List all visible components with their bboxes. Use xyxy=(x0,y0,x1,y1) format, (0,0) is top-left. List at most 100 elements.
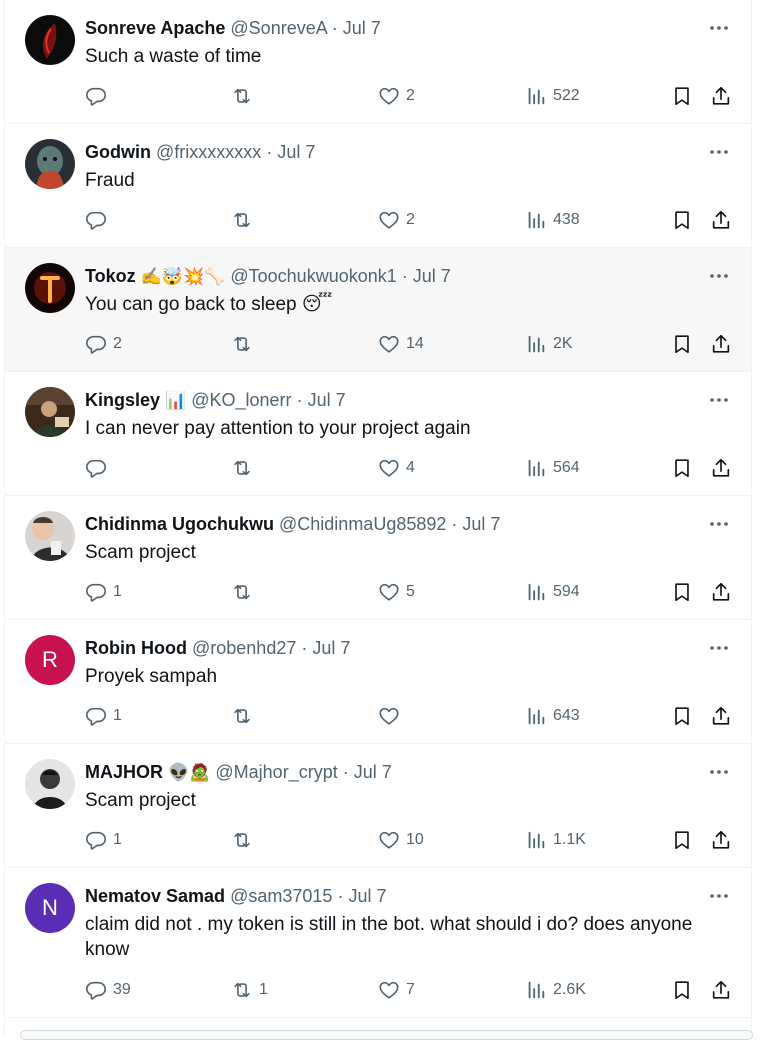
reply-button[interactable] xyxy=(85,456,113,480)
tweet-date[interactable]: Jul 7 xyxy=(413,266,451,286)
reply-button[interactable]: 1 xyxy=(85,704,122,728)
user-handle[interactable]: @robenhd27 xyxy=(192,638,296,658)
tweet-date[interactable]: Jul 7 xyxy=(277,142,315,162)
tweet-date[interactable]: Jul 7 xyxy=(348,886,386,906)
display-name[interactable]: Robin Hood xyxy=(85,638,187,658)
display-name[interactable]: Godwin xyxy=(85,142,151,162)
avatar[interactable] xyxy=(25,387,75,437)
like-button[interactable]: 2 xyxy=(378,84,415,108)
share-button[interactable] xyxy=(710,704,732,728)
more-options-icon[interactable] xyxy=(709,886,729,906)
more-options-icon[interactable] xyxy=(709,18,729,38)
share-button[interactable] xyxy=(710,456,732,480)
tweet-date[interactable]: Jul 7 xyxy=(462,514,500,534)
display-name[interactable]: MAJHOR xyxy=(85,762,163,782)
share-icon xyxy=(712,830,730,849)
like-button[interactable]: 4 xyxy=(378,456,415,480)
tweet[interactable]: MAJHOR 👽🧟 @Majhor_crypt · Jul 7 Scam pro… xyxy=(5,744,751,868)
share-button[interactable] xyxy=(710,978,732,1002)
user-handle[interactable]: @Toochukwuokonk1 xyxy=(230,266,396,286)
bookmark-button[interactable] xyxy=(671,208,693,232)
user-handle[interactable]: @SonreveA xyxy=(230,18,326,38)
display-name[interactable]: Chidinma Ugochukwu xyxy=(85,514,274,534)
more-options-icon[interactable] xyxy=(709,638,729,658)
views-button[interactable]: 564 xyxy=(525,456,580,480)
tweet[interactable]: Sonreve Apache @SonreveA · Jul 7 Such a … xyxy=(5,0,751,124)
avatar[interactable]: R xyxy=(25,635,75,685)
like-button[interactable]: 14 xyxy=(378,332,424,356)
more-options-icon[interactable] xyxy=(709,142,729,162)
retweet-button[interactable] xyxy=(231,456,259,480)
views-button[interactable]: 522 xyxy=(525,84,580,108)
user-handle[interactable]: @frixxxxxxxx xyxy=(156,142,261,162)
more-options-icon[interactable] xyxy=(709,390,729,410)
tweet[interactable]: Kingsley 📊 @KO_lonerr · Jul 7 I can neve… xyxy=(5,372,751,496)
bookmark-button[interactable] xyxy=(671,828,693,852)
bookmark-button[interactable] xyxy=(671,456,693,480)
views-button[interactable]: 2.6K xyxy=(525,978,586,1002)
tweet[interactable]: Godwin @frixxxxxxxx · Jul 7 Fraud 2 438 xyxy=(5,124,751,248)
user-handle[interactable]: @sam37015 xyxy=(230,886,332,906)
tweet[interactable]: Chidinma Ugochukwu @ChidinmaUg85892 · Ju… xyxy=(5,496,751,620)
avatar[interactable] xyxy=(25,139,75,189)
bookmark-button[interactable] xyxy=(671,84,693,108)
tweet-actions: 2 438 xyxy=(85,208,731,232)
more-options-icon[interactable] xyxy=(709,514,729,534)
reply-button[interactable]: 1 xyxy=(85,828,122,852)
tweet-date[interactable]: Jul 7 xyxy=(308,390,346,410)
retweet-button[interactable] xyxy=(231,332,259,356)
more-options-icon[interactable] xyxy=(709,762,729,782)
bookmark-button[interactable] xyxy=(671,704,693,728)
bookmark-button[interactable] xyxy=(671,580,693,604)
views-button[interactable]: 438 xyxy=(525,208,580,232)
like-button[interactable]: 5 xyxy=(378,580,415,604)
tweet[interactable]: R Robin Hood @robenhd27 · Jul 7 Proyek s… xyxy=(5,620,751,744)
avatar[interactable]: N xyxy=(25,883,75,933)
user-handle[interactable]: @Majhor_crypt xyxy=(215,762,337,782)
avatar[interactable] xyxy=(25,263,75,313)
reply-icon xyxy=(86,831,106,850)
tweet-date[interactable]: Jul 7 xyxy=(343,18,381,38)
like-button[interactable]: 10 xyxy=(378,828,424,852)
reply-button[interactable] xyxy=(85,84,113,108)
retweet-button[interactable] xyxy=(231,208,259,232)
reply-button[interactable]: 1 xyxy=(85,580,122,604)
more-options-icon[interactable] xyxy=(709,266,729,286)
tweet[interactable]: N Nematov Samad @sam37015 · Jul 7 claim … xyxy=(5,868,751,1018)
share-button[interactable] xyxy=(710,208,732,232)
views-button[interactable]: 594 xyxy=(525,580,580,604)
display-name[interactable]: Nematov Samad xyxy=(85,886,225,906)
retweet-button[interactable]: 1 xyxy=(231,978,268,1002)
bookmark-button[interactable] xyxy=(671,978,693,1002)
retweet-button[interactable] xyxy=(231,84,259,108)
avatar[interactable] xyxy=(25,15,75,65)
share-button[interactable] xyxy=(710,84,732,108)
retweet-button[interactable] xyxy=(231,828,259,852)
like-button[interactable]: 2 xyxy=(378,208,415,232)
user-handle[interactable]: @ChidinmaUg85892 xyxy=(279,514,446,534)
views-button[interactable]: 2K xyxy=(525,332,573,356)
retweet-button[interactable] xyxy=(231,704,259,728)
display-name[interactable]: Sonreve Apache xyxy=(85,18,225,38)
bookmark-button[interactable] xyxy=(671,332,693,356)
reply-button[interactable] xyxy=(85,208,113,232)
tweet-date[interactable]: Jul 7 xyxy=(312,638,350,658)
views-button[interactable]: 1.1K xyxy=(525,828,586,852)
like-button[interactable] xyxy=(378,704,406,728)
share-button[interactable] xyxy=(710,580,732,604)
retweet-button[interactable] xyxy=(231,580,259,604)
share-button[interactable] xyxy=(710,332,732,356)
like-button[interactable]: 7 xyxy=(378,978,415,1002)
avatar[interactable] xyxy=(25,759,75,809)
user-handle[interactable]: @KO_lonerr xyxy=(191,390,291,410)
retweet-icon xyxy=(234,832,250,848)
views-button[interactable]: 643 xyxy=(525,704,580,728)
reply-button[interactable]: 39 xyxy=(85,978,131,1002)
avatar[interactable] xyxy=(25,511,75,561)
tweet-date[interactable]: Jul 7 xyxy=(354,762,392,782)
display-name[interactable]: Kingsley xyxy=(85,390,160,410)
tweet[interactable]: Tokoz ✍️🤯💥🦴 @Toochukwuokonk1 · Jul 7 You… xyxy=(5,248,751,372)
share-button[interactable] xyxy=(710,828,732,852)
display-name[interactable]: Tokoz xyxy=(85,266,136,286)
reply-button[interactable]: 2 xyxy=(85,332,122,356)
